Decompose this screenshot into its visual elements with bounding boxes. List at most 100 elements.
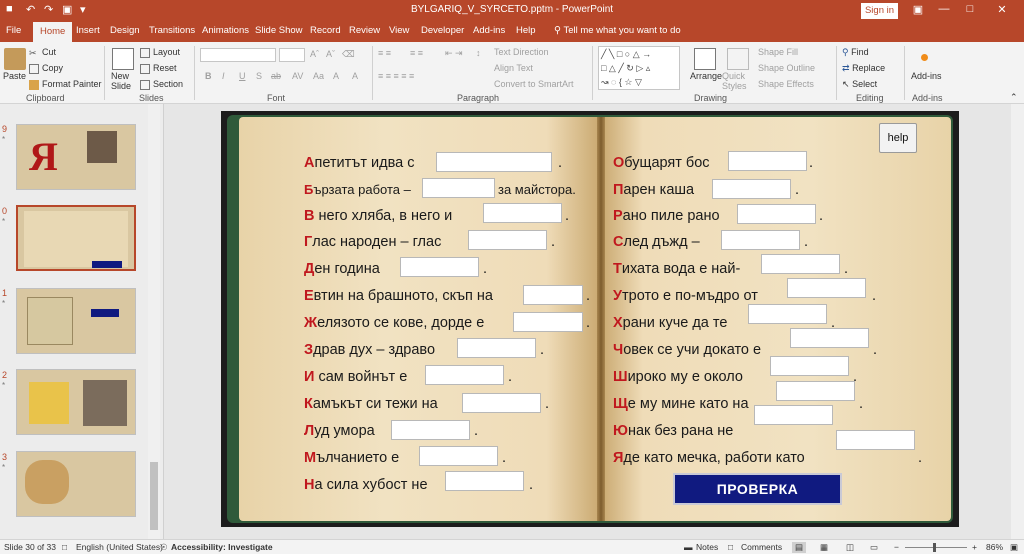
answer-field[interactable] bbox=[761, 254, 840, 274]
copy-button[interactable]: Copy bbox=[29, 63, 63, 74]
new-slide-icon[interactable] bbox=[112, 48, 134, 70]
answer-field[interactable] bbox=[462, 393, 541, 413]
indent-icon[interactable]: ⇤ ⇥ bbox=[445, 48, 463, 59]
reading-view-icon[interactable]: ◫ bbox=[846, 542, 854, 553]
underline-button[interactable]: U bbox=[239, 71, 246, 81]
zoom-slider[interactable] bbox=[905, 547, 967, 548]
slide-scrollbar[interactable] bbox=[1011, 104, 1024, 539]
comments-button[interactable]: Comments bbox=[741, 542, 782, 552]
answer-field[interactable] bbox=[419, 446, 498, 466]
answer-field[interactable] bbox=[445, 471, 524, 491]
answer-field[interactable] bbox=[787, 278, 866, 298]
answer-field[interactable] bbox=[721, 230, 800, 250]
fit-to-window-icon[interactable]: ▣ bbox=[1010, 542, 1018, 553]
paste-icon[interactable] bbox=[4, 48, 26, 70]
bullets-icon[interactable]: ≡ ≡ bbox=[378, 48, 391, 58]
answer-field[interactable] bbox=[790, 328, 869, 348]
arrange-icon[interactable] bbox=[694, 48, 716, 70]
answer-field[interactable] bbox=[391, 420, 470, 440]
shape-effects-button[interactable]: Shape Effects bbox=[758, 79, 814, 89]
strikethrough-button[interactable]: ab bbox=[271, 71, 281, 81]
cut-button[interactable]: ✂ Cut bbox=[29, 47, 56, 58]
font-name-combo[interactable] bbox=[200, 48, 276, 62]
answer-field[interactable] bbox=[770, 356, 849, 376]
font-size-combo[interactable] bbox=[279, 48, 305, 62]
accessibility-status[interactable]: Accessibility: Investigate bbox=[171, 542, 273, 552]
tab-add-ins[interactable]: Add-ins bbox=[473, 25, 505, 36]
line-spacing-icon[interactable]: ↕ bbox=[476, 48, 481, 58]
reset-button[interactable]: Reset bbox=[140, 63, 177, 74]
slide-thumbnail[interactable]: Я bbox=[16, 124, 136, 190]
quick-styles-button[interactable]: Quick Styles bbox=[722, 71, 752, 91]
normal-view-icon[interactable]: ▤ bbox=[792, 542, 807, 553]
find-button[interactable]: ⚲ Find bbox=[842, 47, 869, 58]
accessibility-icon[interactable]: ☉ bbox=[160, 542, 168, 553]
slide-thumbnail[interactable] bbox=[16, 288, 136, 354]
answer-field[interactable] bbox=[422, 178, 495, 198]
tell-me-search[interactable]: ⚲ Tell me what you want to do bbox=[554, 25, 681, 36]
change-case-button[interactable]: Aa bbox=[313, 71, 324, 81]
highlight-button[interactable]: A bbox=[333, 71, 339, 81]
tab-file[interactable]: File bbox=[6, 25, 21, 36]
add-ins-icon[interactable] bbox=[921, 54, 928, 61]
tab-design[interactable]: Design bbox=[110, 25, 140, 36]
tab-help[interactable]: Help bbox=[516, 25, 536, 36]
answer-field[interactable] bbox=[776, 381, 855, 401]
notes-button[interactable]: Notes bbox=[696, 542, 718, 552]
tab-home[interactable]: Home bbox=[33, 22, 73, 42]
shrink-font-icon[interactable]: Aˇ bbox=[326, 49, 335, 59]
answer-field[interactable] bbox=[436, 152, 552, 172]
shadow-button[interactable]: S bbox=[256, 71, 262, 81]
minimize-icon[interactable]: — bbox=[934, 3, 954, 15]
replace-button[interactable]: ⇄ Replace bbox=[842, 63, 885, 74]
zoom-in-icon[interactable]: + bbox=[972, 542, 977, 552]
shape-outline-button[interactable]: Shape Outline bbox=[758, 63, 815, 73]
shapes-gallery[interactable]: ╱ ╲ □ ○ △ → □ △ ╱ ↻ ▷ ▵ ↝ ◌ { ☆ ▽ bbox=[598, 46, 680, 90]
slide-sorter-icon[interactable]: ▦ bbox=[820, 542, 828, 553]
paste-button[interactable]: Paste bbox=[3, 71, 26, 81]
select-button[interactable]: ↖ Select bbox=[842, 79, 877, 90]
align-text-button[interactable]: Align Text bbox=[494, 63, 533, 73]
slideshow-icon[interactable]: ▭ bbox=[870, 542, 878, 553]
answer-field[interactable] bbox=[836, 430, 915, 450]
numbering-icon[interactable]: ≡ ≡ bbox=[410, 48, 423, 58]
arrange-button[interactable]: Arrange bbox=[690, 71, 722, 81]
notes-icon[interactable]: ▬ bbox=[684, 542, 693, 552]
thumbnail-scrollbar[interactable] bbox=[148, 104, 160, 539]
quick-styles-icon[interactable] bbox=[727, 48, 749, 70]
format-painter-button[interactable]: Format Painter bbox=[29, 79, 102, 90]
language-indicator[interactable]: English (United States) bbox=[76, 542, 163, 552]
shape-fill-button[interactable]: Shape Fill bbox=[758, 47, 798, 57]
tab-record[interactable]: Record bbox=[310, 25, 341, 36]
text-direction-button[interactable]: Text Direction bbox=[494, 47, 549, 57]
answer-field[interactable] bbox=[748, 304, 827, 324]
answer-field[interactable] bbox=[513, 312, 583, 332]
tab-transitions[interactable]: Transitions bbox=[149, 25, 195, 36]
close-icon[interactable]: ✕ bbox=[992, 3, 1012, 16]
font-color-button[interactable]: A bbox=[352, 71, 358, 81]
answer-field[interactable] bbox=[400, 257, 479, 277]
bold-button[interactable]: B bbox=[205, 71, 212, 81]
tab-view[interactable]: View bbox=[389, 25, 409, 36]
maximize-icon[interactable]: □ bbox=[960, 3, 980, 15]
add-ins-button[interactable]: Add-ins bbox=[911, 71, 942, 81]
slide-thumbnail-current[interactable] bbox=[16, 205, 136, 271]
answer-field[interactable] bbox=[754, 405, 833, 425]
comments-icon[interactable]: □ bbox=[728, 542, 733, 552]
new-slide-button[interactable]: New Slide bbox=[111, 71, 137, 91]
help-button[interactable]: help bbox=[879, 123, 917, 153]
check-button[interactable]: ПРОВЕРКА bbox=[673, 473, 842, 505]
tab-insert[interactable]: Insert bbox=[76, 25, 100, 36]
answer-field[interactable] bbox=[483, 203, 562, 223]
collapse-ribbon-icon[interactable]: ⌃ bbox=[1010, 92, 1018, 103]
align-left-icon[interactable]: ≡ ≡ ≡ ≡ ≡ bbox=[378, 71, 414, 81]
clear-format-icon[interactable]: ⌫ bbox=[342, 49, 355, 60]
spell-check-icon[interactable]: □ bbox=[62, 542, 67, 552]
slide-thumbnail[interactable] bbox=[16, 451, 136, 517]
zoom-slider-thumb[interactable] bbox=[933, 543, 936, 552]
answer-field[interactable] bbox=[425, 365, 504, 385]
answer-field[interactable] bbox=[468, 230, 547, 250]
zoom-level[interactable]: 86% bbox=[986, 542, 1003, 552]
answer-field[interactable] bbox=[523, 285, 583, 305]
ribbon-display-icon[interactable]: ▣ bbox=[908, 3, 928, 16]
